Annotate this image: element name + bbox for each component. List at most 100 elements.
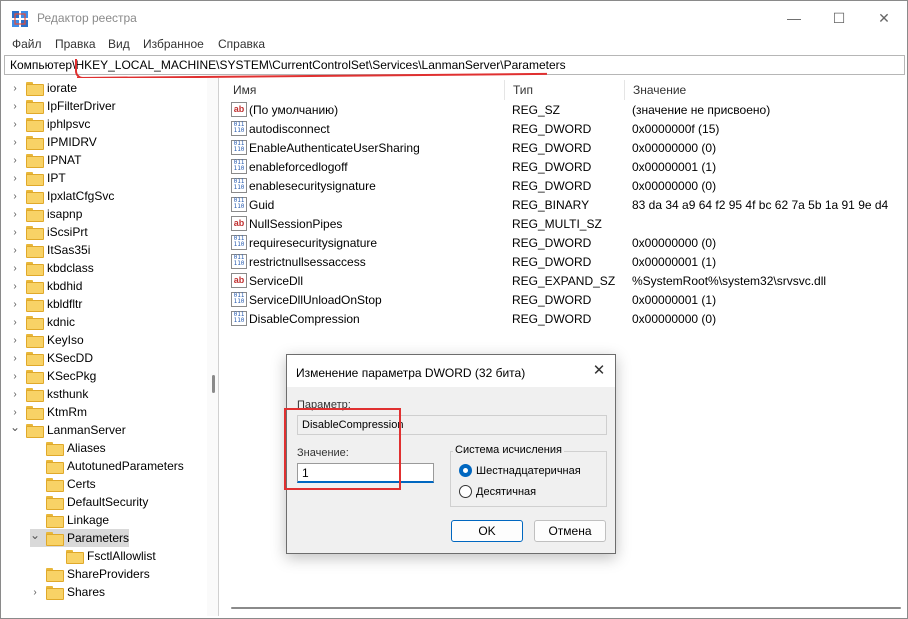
values-hscroll-thumb[interactable] bbox=[231, 607, 901, 609]
tree-item[interactable]: › kdnic bbox=[10, 313, 75, 331]
value-row[interactable]: ab (По умолчанию) REG_SZ (значение не присв… bbox=[229, 100, 903, 119]
tree-item[interactable]: › ksthunk bbox=[10, 385, 88, 403]
ok-button[interactable]: OK bbox=[451, 520, 523, 542]
string-value-icon: ab bbox=[231, 273, 247, 288]
chevron-right-icon[interactable]: › bbox=[10, 407, 20, 418]
chevron-right-icon[interactable]: › bbox=[10, 119, 20, 130]
values-hscrollbar[interactable] bbox=[225, 600, 907, 614]
address-bar[interactable]: Компьютер\HKEY_LOCAL_MACHINE\SYSTEM\Curr… bbox=[4, 55, 905, 75]
menu-view[interactable]: Вид bbox=[108, 37, 130, 51]
value-type: REG_DWORD bbox=[512, 179, 592, 193]
chevron-right-icon[interactable]: › bbox=[10, 389, 20, 400]
chevron-right-icon[interactable]: › bbox=[10, 353, 20, 364]
menu-file[interactable]: Файл bbox=[12, 37, 42, 51]
menu-edit[interactable]: Правка bbox=[55, 37, 96, 51]
radio-hex-indicator[interactable] bbox=[459, 464, 472, 477]
tree-item[interactable]: FsctlAllowlist bbox=[50, 547, 156, 565]
folder-icon bbox=[26, 262, 44, 276]
tree-item[interactable]: › iphlpsvc bbox=[10, 115, 90, 133]
value-data: (значение не присвоено) bbox=[632, 103, 771, 117]
value-row[interactable]: ab NullSessionPipes REG_MULTI_SZ bbox=[229, 214, 903, 233]
tree-item[interactable]: Linkage bbox=[30, 511, 109, 529]
dialog-close-icon[interactable]: ✕ bbox=[591, 363, 607, 379]
chevron-right-icon[interactable]: › bbox=[10, 209, 20, 220]
value-type: REG_SZ bbox=[512, 103, 561, 117]
tree-item[interactable]: › kbldfltr bbox=[10, 295, 82, 313]
tree-item-label: iScsiPrt bbox=[47, 225, 88, 239]
chevron-right-icon[interactable]: › bbox=[10, 299, 20, 310]
radio-hexadecimal[interactable]: Шестнадцатеричная bbox=[459, 464, 581, 477]
tree-item[interactable]: › KtmRm bbox=[10, 403, 87, 421]
chevron-down-icon[interactable]: ⌄ bbox=[30, 528, 40, 542]
tree-item[interactable]: › iorate bbox=[10, 79, 77, 97]
value-row[interactable]: 011 110 enablesecuritysignature REG_DWORD 0… bbox=[229, 176, 903, 195]
chevron-right-icon bbox=[50, 551, 60, 561]
value-row[interactable]: 011 110 requiresecuritysignature REG_DWORD… bbox=[229, 233, 903, 252]
menu-help[interactable]: Справка bbox=[218, 37, 265, 51]
tree-item[interactable]: › IPNAT bbox=[10, 151, 81, 169]
tree-item[interactable]: › IpxlatCfgSvc bbox=[10, 187, 114, 205]
chevron-right-icon[interactable]: › bbox=[10, 101, 20, 112]
column-data-header[interactable]: Значение bbox=[625, 80, 907, 100]
menu-favorites[interactable]: Избранное bbox=[143, 37, 204, 51]
chevron-right-icon[interactable]: › bbox=[10, 191, 20, 202]
folder-icon bbox=[26, 334, 44, 348]
chevron-right-icon[interactable]: › bbox=[30, 587, 40, 598]
value-row[interactable]: 011 110 DisableCompression REG_DWORD 0x0000… bbox=[229, 309, 903, 328]
value-row[interactable]: 011 110 Guid REG_BINARY 83 da 34 a9 64 f2 9… bbox=[229, 195, 903, 214]
column-data-label: Значение bbox=[633, 83, 687, 97]
maximize-button[interactable]: ☐ bbox=[816, 1, 862, 35]
tree-item[interactable]: ShareProviders bbox=[30, 565, 150, 583]
tree-item[interactable]: DefaultSecurity bbox=[30, 493, 148, 511]
value-row[interactable]: ab ServiceDll REG_EXPAND_SZ %SystemRoot%\sy… bbox=[229, 271, 903, 290]
tree-item[interactable]: › KeyIso bbox=[10, 331, 84, 349]
value-row[interactable]: 011 110 EnableAuthenticateUserSharing REG_… bbox=[229, 138, 903, 157]
tree-item[interactable]: › iScsiPrt bbox=[10, 223, 88, 241]
chevron-right-icon bbox=[30, 515, 40, 525]
tree-item[interactable]: › kbdclass bbox=[10, 259, 94, 277]
tree-item[interactable]: › KSecPkg bbox=[10, 367, 96, 385]
column-name-header[interactable]: Имя bbox=[225, 80, 505, 100]
chevron-right-icon[interactable]: › bbox=[10, 173, 20, 184]
chevron-right-icon[interactable]: › bbox=[10, 335, 20, 346]
value-row[interactable]: 011 110 ServiceDllUnloadOnStop REG_DWORD 0x… bbox=[229, 290, 903, 309]
chevron-down-icon[interactable]: ⌄ bbox=[10, 420, 20, 434]
chevron-right-icon[interactable]: › bbox=[10, 245, 20, 256]
minimize-button[interactable]: — bbox=[771, 1, 817, 35]
chevron-right-icon[interactable]: › bbox=[10, 137, 20, 148]
tree-item[interactable]: › IPMIDRV bbox=[10, 133, 97, 151]
tree-scroll-thumb[interactable] bbox=[212, 375, 215, 393]
tree-item[interactable]: ⌄ Parameters bbox=[30, 528, 130, 547]
tree-item[interactable]: Aliases bbox=[30, 439, 106, 457]
chevron-right-icon[interactable]: › bbox=[10, 263, 20, 274]
column-type-header[interactable]: Тип bbox=[505, 80, 625, 100]
chevron-right-icon[interactable]: › bbox=[10, 371, 20, 382]
close-button[interactable]: ✕ bbox=[861, 1, 907, 35]
tree-item[interactable]: › KSecDD bbox=[10, 349, 93, 367]
value-row[interactable]: 011 110 autodisconnect REG_DWORD 0x0000000f… bbox=[229, 119, 903, 138]
folder-icon bbox=[66, 550, 84, 564]
tree-item[interactable]: › IpFilterDriver bbox=[10, 97, 116, 115]
tree-item[interactable]: AutotunedParameters bbox=[30, 457, 184, 475]
chevron-right-icon[interactable]: › bbox=[10, 227, 20, 238]
tree-item-label: kbdhid bbox=[47, 279, 83, 293]
tree-item[interactable]: › isapnp bbox=[10, 205, 82, 223]
tree-item-label: IPT bbox=[47, 171, 66, 185]
value-row[interactable]: 011 110 restrictnullsessaccess REG_DWORD 0x… bbox=[229, 252, 903, 271]
tree-scrollbar[interactable] bbox=[207, 78, 218, 616]
tree-item[interactable]: › ItSas35i bbox=[10, 241, 90, 259]
tree-item[interactable]: › Shares bbox=[30, 583, 105, 601]
radio-dec-indicator[interactable] bbox=[459, 485, 472, 498]
chevron-right-icon[interactable]: › bbox=[10, 155, 20, 166]
chevron-right-icon[interactable]: › bbox=[10, 317, 20, 328]
radio-decimal[interactable]: Десятичная bbox=[459, 485, 536, 498]
tree-item[interactable]: ⌄ LanmanServer bbox=[10, 420, 126, 439]
value-row[interactable]: 011 110 enableforcedlogoff REG_DWORD 0x0000… bbox=[229, 157, 903, 176]
tree-item[interactable]: Certs bbox=[30, 475, 96, 493]
chevron-right-icon[interactable]: › bbox=[10, 83, 20, 94]
tree-item-label: Certs bbox=[67, 477, 96, 491]
tree-item[interactable]: › kbdhid bbox=[10, 277, 82, 295]
chevron-right-icon[interactable]: › bbox=[10, 281, 20, 292]
tree-item[interactable]: › IPT bbox=[10, 169, 66, 187]
cancel-button[interactable]: Отмена bbox=[534, 520, 606, 542]
